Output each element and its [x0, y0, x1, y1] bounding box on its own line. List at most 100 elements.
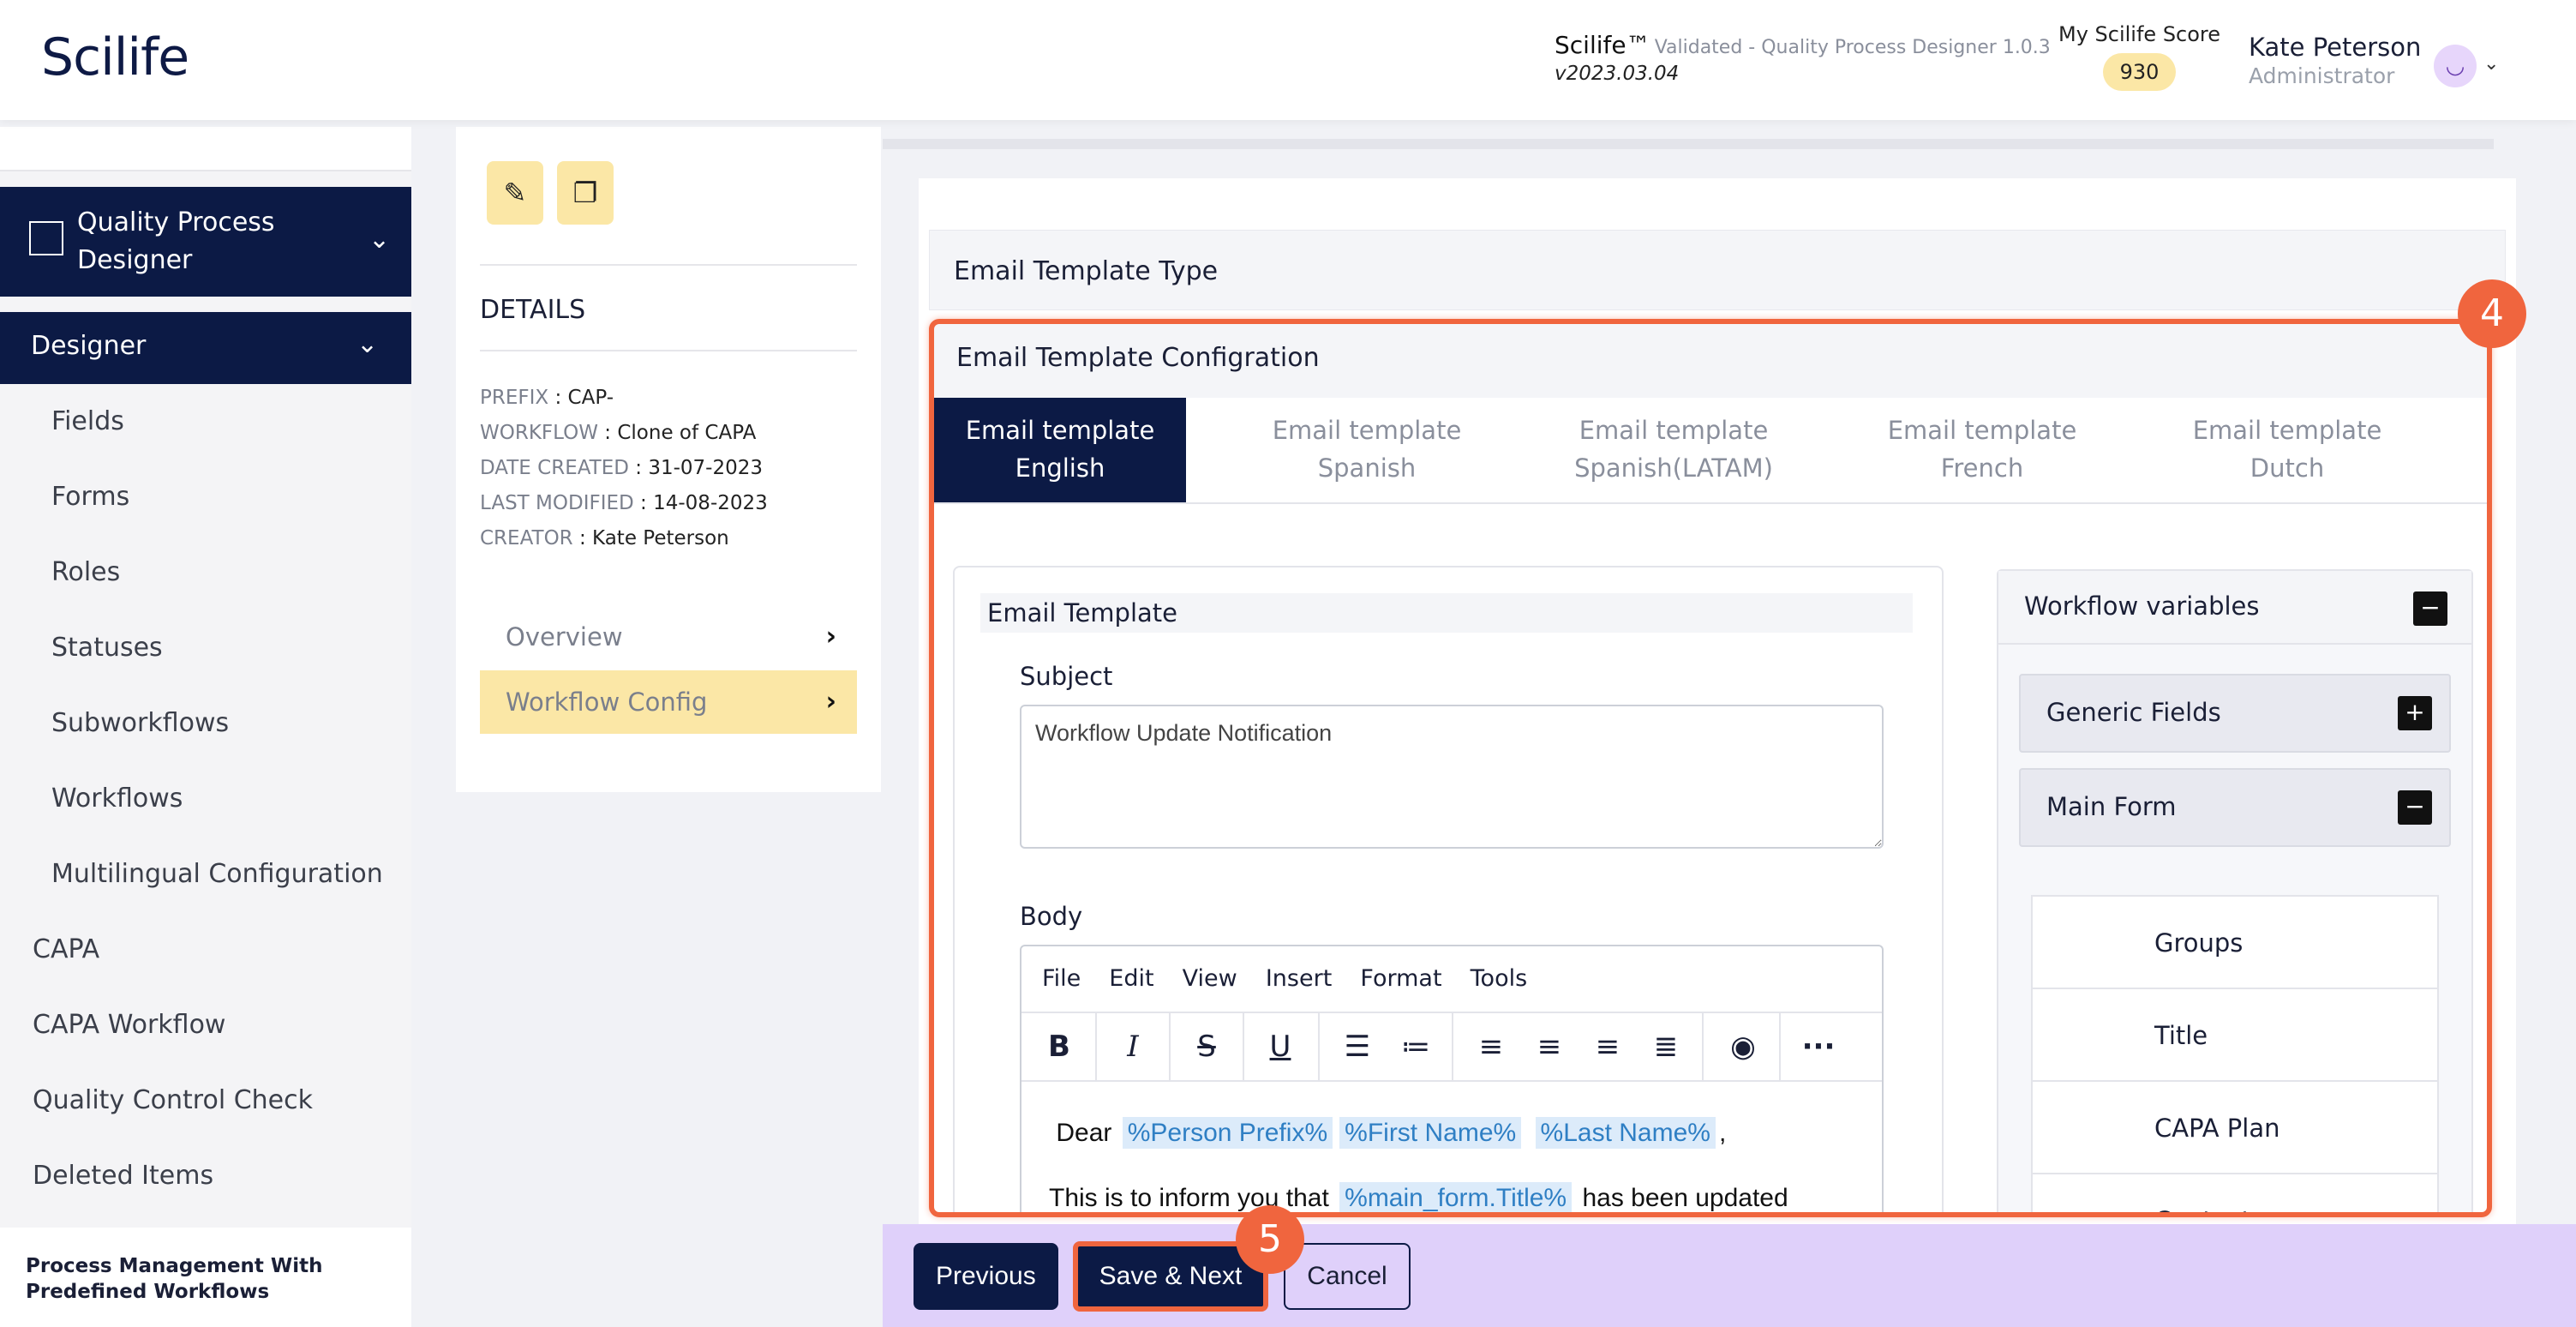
chevron-down-icon[interactable]: ⌄	[2483, 53, 2499, 75]
workflow-variables-panel: Workflow variables − Generic Fields + Ma…	[1997, 569, 2473, 1212]
sidebar-item-multilingual[interactable]: Multilingual Configuration	[0, 837, 411, 912]
divider	[480, 350, 857, 351]
details-meta: PREFIX : CAP- WORKFLOW : Clone of CAPA D…	[480, 381, 874, 556]
align-justify-icon[interactable]: ≣	[1630, 1013, 1702, 1080]
tab-spanish-latam[interactable]: Email template Spanish(LATAM)	[1548, 398, 1800, 502]
body-label: Body	[1020, 902, 1083, 931]
config-header: Email Template Configration	[934, 324, 2487, 398]
editor-content[interactable]: Dear %Person Prefix% %First Name% %Last N…	[1021, 1082, 1882, 1212]
menu-view[interactable]: View	[1183, 946, 1237, 1012]
sidebar-item-designer[interactable]: Designer ⌄	[0, 312, 411, 384]
email-template-type-label: Email Template Type	[954, 256, 1219, 286]
user-info[interactable]: Kate Peterson Administrator	[2249, 33, 2421, 88]
menu-format[interactable]: Format	[1360, 946, 1441, 1012]
details-panel: ✎ ❐ DETAILS PREFIX : CAP- WORKFLOW : Clo…	[456, 127, 881, 792]
divider	[1779, 1013, 1781, 1080]
avatar[interactable]: ◡	[2434, 45, 2477, 87]
app-name: Scilife™	[1555, 31, 1650, 59]
subject-label: Subject	[1020, 662, 1113, 691]
user-role: Administrator	[2249, 63, 2395, 88]
sidebar-item-roles[interactable]: Roles	[0, 535, 411, 610]
details-title: DETAILS	[480, 295, 586, 325]
sidebar-item-deleted-items[interactable]: Deleted Items	[0, 1138, 411, 1214]
more-icon[interactable]: ···	[1782, 1013, 1854, 1080]
strikethrough-icon[interactable]: S	[1171, 1013, 1243, 1080]
collapse-icon[interactable]: −	[2398, 790, 2432, 825]
numbered-list-icon[interactable]: ≔	[1380, 1013, 1452, 1080]
app-version: v2023.03.04	[1555, 63, 1680, 85]
accordion-generic-fields[interactable]: Generic Fields +	[2019, 674, 2451, 753]
sidebar-item-capa-workflow[interactable]: CAPA Workflow	[0, 988, 411, 1063]
scilife-score: My Scilife Score 930	[2058, 22, 2220, 91]
pencil-icon: ✎	[503, 177, 527, 209]
chevron-right-icon: ›	[825, 621, 836, 651]
expand-icon[interactable]: +	[2398, 696, 2432, 730]
score-badge: 930	[2102, 53, 2177, 91]
sidebar-section-label: Quality Process Designer	[77, 207, 275, 275]
chevron-right-icon: ›	[825, 687, 836, 717]
app-subtitle: Validated - Quality Process Designer 1.0…	[1654, 37, 2051, 58]
meta-date-created: DATE CREATED : 31-07-2023	[480, 457, 764, 479]
menu-file[interactable]: File	[1042, 946, 1081, 1012]
workflow-icon	[29, 221, 63, 255]
list-item[interactable]: Groups	[2033, 897, 2437, 989]
menu-edit[interactable]: Edit	[1109, 946, 1153, 1012]
underline-icon[interactable]: U	[1244, 1013, 1316, 1080]
email-template-title: Email Template	[980, 593, 1913, 633]
sidebar-item-quality-control-check[interactable]: Quality Control Check	[0, 1063, 411, 1138]
copy-button[interactable]: ❐	[557, 161, 614, 225]
sidebar-item-statuses[interactable]: Statuses	[0, 610, 411, 686]
app-info: Scilife™ Validated - Quality Process Des…	[1555, 31, 2051, 85]
nav-workflow-config[interactable]: Workflow Config ›	[480, 670, 857, 734]
preview-eye-icon[interactable]: ◉	[1707, 1013, 1779, 1080]
subject-input[interactable]	[1020, 705, 1884, 849]
sidebar: Quality Process Designer ⌄ Designer ⌄ Fi…	[0, 127, 411, 1327]
divider	[1318, 1013, 1320, 1080]
divider	[1452, 1013, 1453, 1080]
edit-button[interactable]: ✎	[487, 161, 543, 225]
menu-tools[interactable]: Tools	[1471, 946, 1528, 1012]
sidebar-search[interactable]	[0, 127, 411, 171]
list-item[interactable]: CAPA Plan	[2033, 1082, 2437, 1174]
collapse-icon[interactable]: −	[2413, 591, 2447, 626]
sidebar-item-subworkflows[interactable]: Subworkflows	[0, 686, 411, 761]
score-label: My Scilife Score	[2058, 22, 2221, 46]
top-bar: Scilife Scilife™ Validated - Quality Pro…	[0, 0, 2576, 120]
list-item[interactable]: Title	[2033, 989, 2437, 1082]
meta-workflow: WORKFLOW : Clone of CAPA	[480, 422, 757, 444]
list-item[interactable]: Contacts	[2033, 1174, 2437, 1212]
sidebar-item-workflows[interactable]: Workflows	[0, 761, 411, 837]
tab-spanish[interactable]: Email template Spanish	[1241, 398, 1493, 502]
sidebar-footer: Process Management With Predefined Workf…	[0, 1228, 411, 1327]
nav-overview[interactable]: Overview ›	[480, 605, 857, 669]
accordion-main-form[interactable]: Main Form −	[2019, 768, 2451, 847]
sidebar-group-label: Designer	[31, 331, 147, 361]
body-line-2: This is to inform you that %main_form.Ti…	[1049, 1182, 1788, 1212]
variable-chip: %Person Prefix%	[1122, 1117, 1333, 1149]
sidebar-item-quality-process-designer[interactable]: Quality Process Designer ⌄	[0, 187, 411, 297]
chevron-down-icon: ⌄	[368, 225, 391, 255]
tab-french[interactable]: Email template French	[1856, 398, 2108, 502]
scilife-logo[interactable]: Scilife	[41, 27, 189, 87]
cancel-button[interactable]: Cancel	[1284, 1243, 1411, 1310]
user-name: Kate Peterson	[2249, 33, 2422, 62]
variable-chip: %First Name%	[1339, 1117, 1522, 1149]
email-template-type-section[interactable]: Email Template Type	[929, 230, 2506, 310]
nav-overview-label: Overview	[506, 622, 623, 651]
body-editor[interactable]: File Edit View Insert Format Tools B I S…	[1020, 945, 1884, 1212]
sidebar-item-capa[interactable]: CAPA	[0, 912, 411, 988]
sidebar-item-fields[interactable]: Fields	[0, 384, 411, 459]
menu-insert[interactable]: Insert	[1266, 946, 1332, 1012]
italic-icon[interactable]: I	[1097, 1013, 1169, 1080]
workflow-variables-header: Workflow variables −	[1998, 571, 2471, 645]
sidebar-item-forms[interactable]: Forms	[0, 459, 411, 535]
tab-english[interactable]: Email template English	[934, 398, 1186, 502]
step-badge-5: 5	[1236, 1205, 1304, 1274]
config-title: Email Template Configration	[956, 343, 1320, 373]
meta-prefix: PREFIX : CAP-	[480, 387, 614, 409]
tab-dutch[interactable]: Email template Dutch	[2161, 398, 2413, 502]
previous-button[interactable]: Previous	[914, 1243, 1058, 1310]
horizontal-scrollbar[interactable]	[883, 139, 2494, 149]
meta-creator: CREATOR : Kate Peterson	[480, 527, 729, 549]
bold-icon[interactable]: B	[1023, 1013, 1095, 1080]
